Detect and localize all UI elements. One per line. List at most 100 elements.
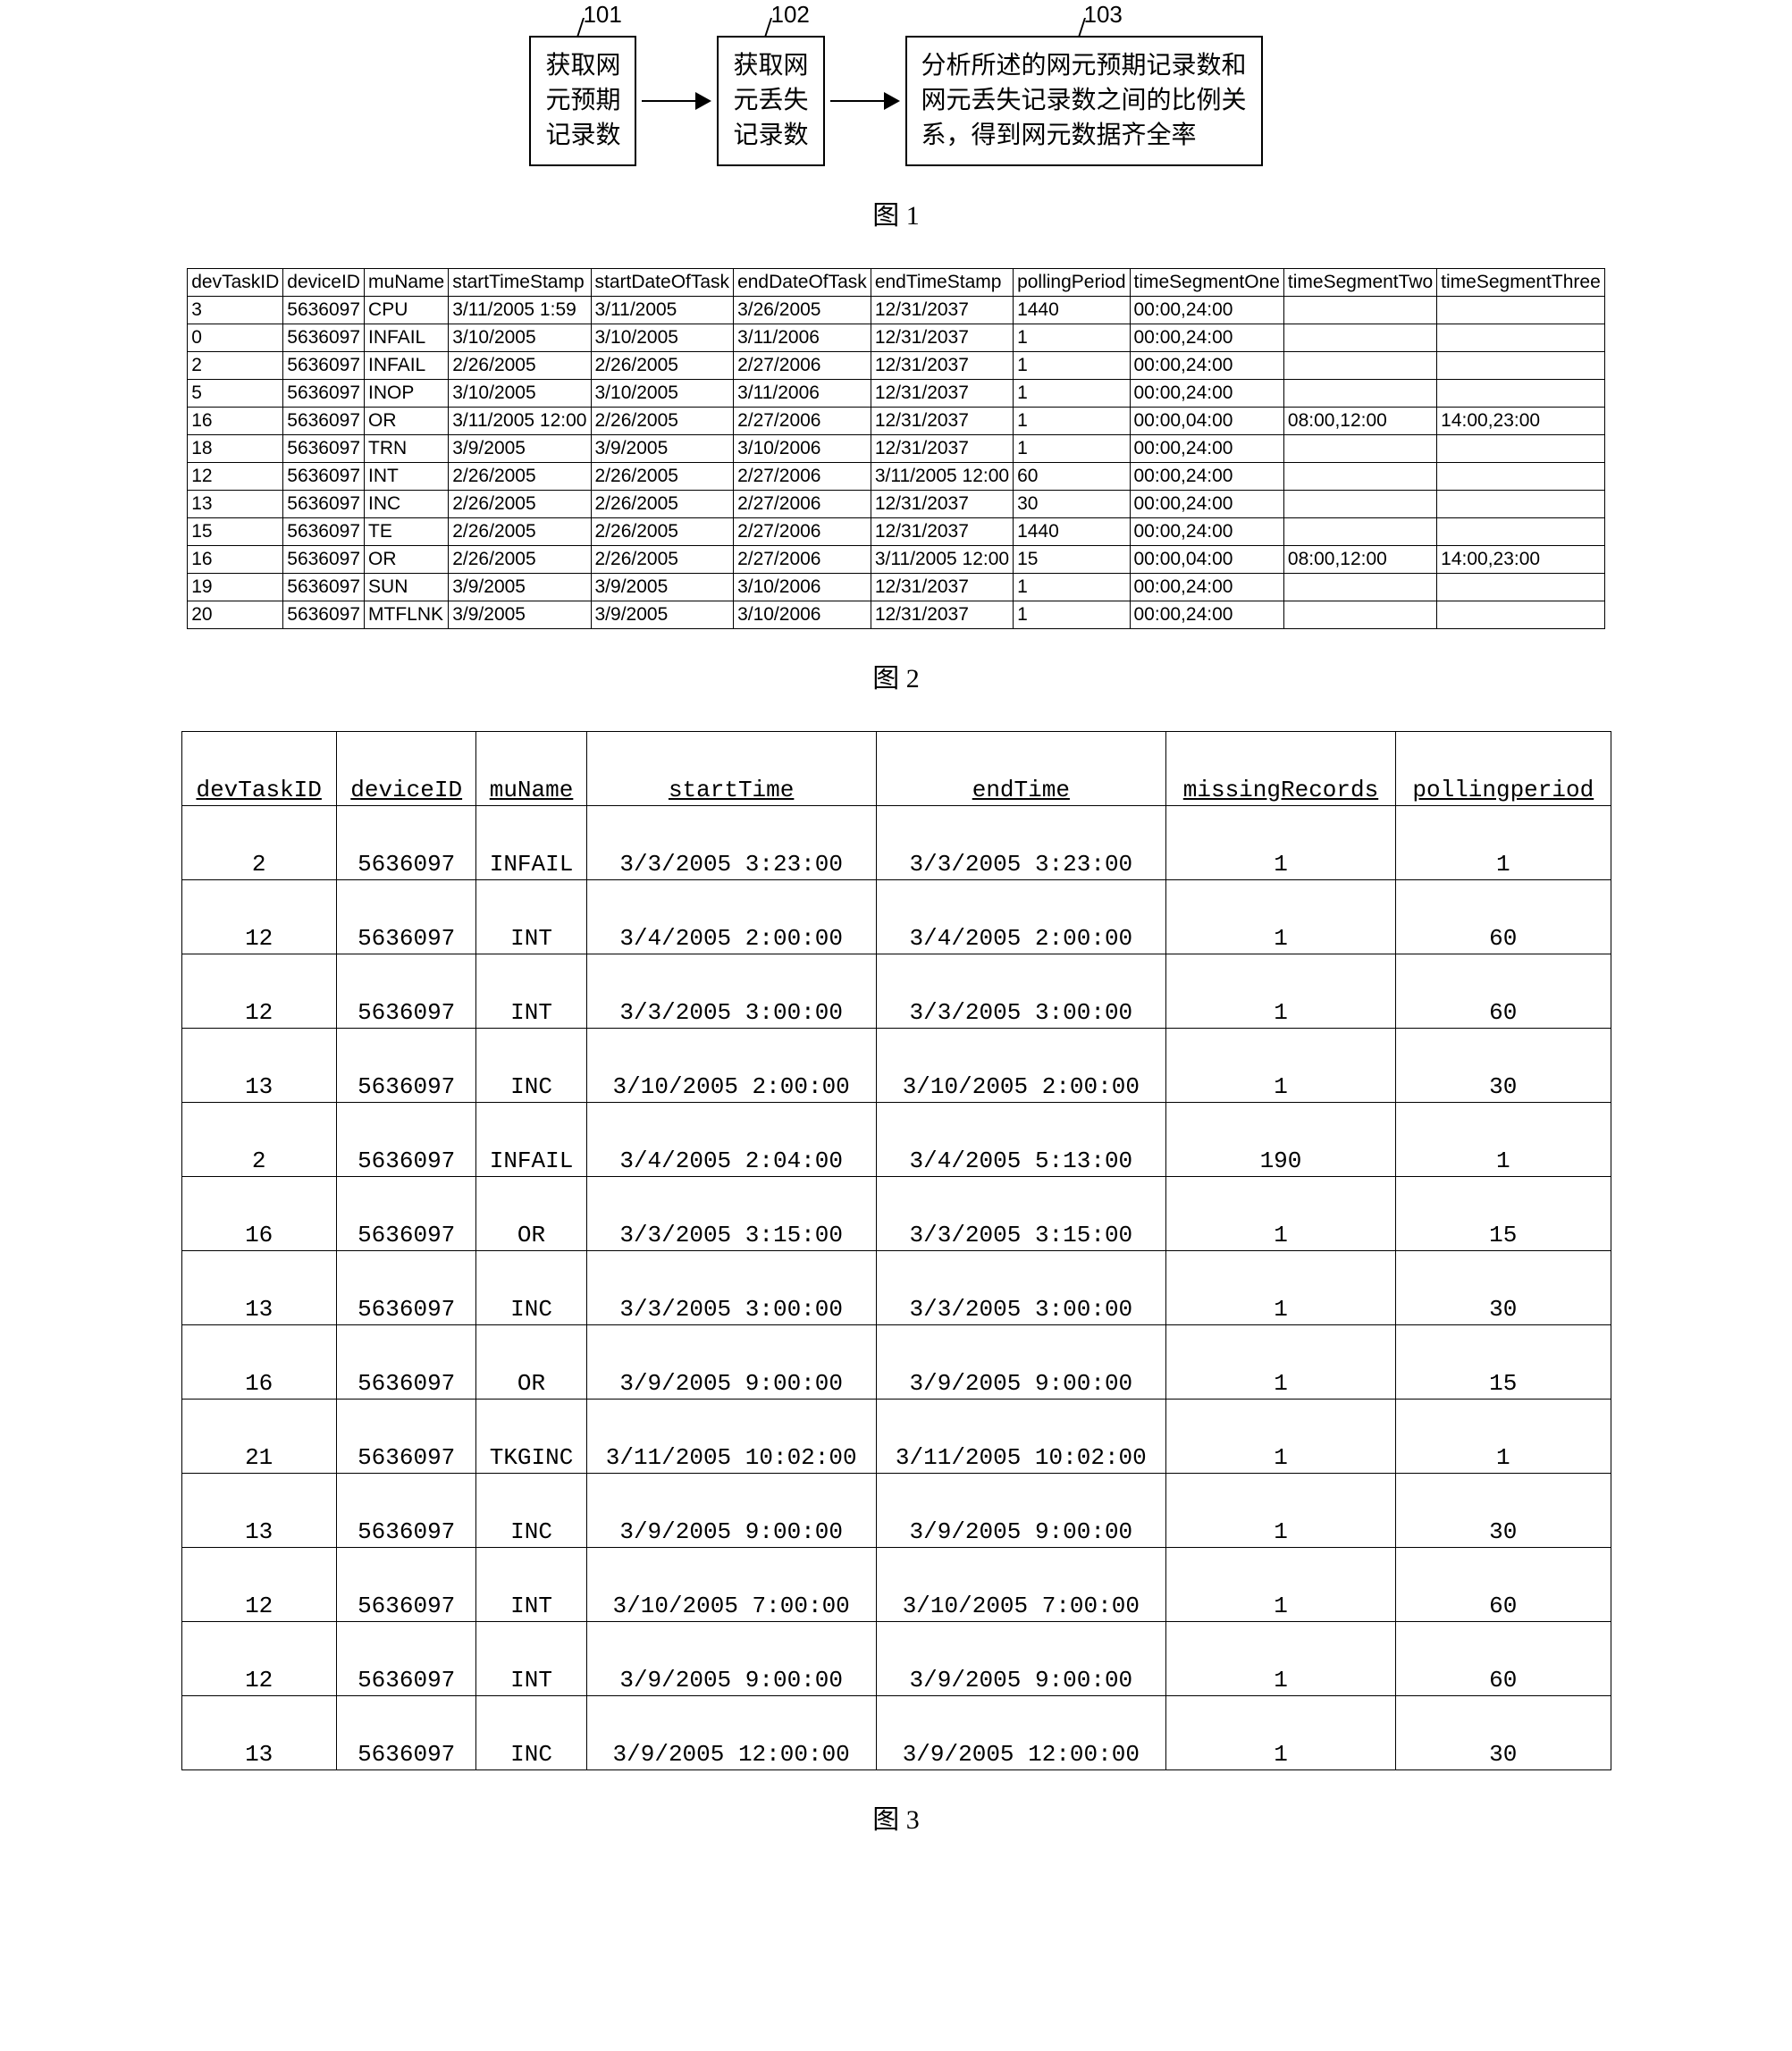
table-cell: 3/26/2005	[734, 296, 871, 324]
table-cell	[1437, 324, 1605, 351]
table-row: 135636097INC3/10/2005 2:00:003/10/2005 2…	[181, 1028, 1611, 1102]
table-cell: 3/9/2005 9:00:00	[876, 1473, 1165, 1547]
table-cell: 1	[1014, 351, 1130, 379]
table-cell: 12/31/2037	[871, 517, 1013, 545]
table-cell: 5636097	[336, 1547, 476, 1621]
table-cell: 5636097	[336, 805, 476, 879]
table-cell: 2/26/2005	[591, 545, 734, 573]
table-cell: 3/11/2005 12:00	[871, 545, 1013, 573]
table-cell: 18	[188, 434, 283, 462]
figure-2-caption: 图 2	[18, 656, 1774, 695]
table-cell: 1	[1014, 573, 1130, 601]
table-cell: INT	[365, 462, 449, 490]
figure-1-flowchart: 101 获取网 元预期 记录数 102 获取网 元丢失 记录数 103 分析所述…	[18, 36, 1774, 166]
table-cell: 3/3/2005 3:15:00	[586, 1176, 876, 1250]
table-cell: 08:00,12:00	[1283, 407, 1436, 434]
table-cell: OR	[365, 545, 449, 573]
table-cell: 2/27/2006	[734, 462, 871, 490]
table-cell: 2	[181, 1102, 336, 1176]
table-cell: 12	[181, 879, 336, 954]
table-cell	[1283, 379, 1436, 407]
table-cell: 2/26/2005	[591, 517, 734, 545]
column-header: devTaskID	[188, 268, 283, 296]
table-cell: 16	[188, 545, 283, 573]
table-cell: 3/9/2005 9:00:00	[586, 1621, 876, 1695]
table-cell: 2/26/2005	[591, 407, 734, 434]
table-cell: 3/11/2006	[734, 379, 871, 407]
table-cell	[1283, 434, 1436, 462]
arrow-icon	[642, 92, 711, 110]
table-cell: 1	[1165, 1547, 1395, 1621]
table-cell: 1	[1165, 1324, 1395, 1399]
table-cell: 13	[181, 1250, 336, 1324]
table-cell: 30	[1396, 1028, 1611, 1102]
table-cell: 3/9/2005 9:00:00	[586, 1473, 876, 1547]
table-cell: 3/10/2005	[449, 379, 591, 407]
table-cell: SUN	[365, 573, 449, 601]
table-cell: 1440	[1014, 296, 1130, 324]
table-cell: 13	[181, 1473, 336, 1547]
table-cell: INOP	[365, 379, 449, 407]
table-cell: 2/26/2005	[449, 462, 591, 490]
table-cell: 5	[188, 379, 283, 407]
table-cell: 1	[1014, 324, 1130, 351]
table-cell: 1	[1396, 1399, 1611, 1473]
table-cell: 12/31/2037	[871, 601, 1013, 628]
table-cell: TE	[365, 517, 449, 545]
table-cell: INT	[476, 879, 586, 954]
table-cell: INC	[476, 1028, 586, 1102]
table-row: 25636097INFAIL2/26/20052/26/20052/27/200…	[188, 351, 1605, 379]
table-cell	[1283, 601, 1436, 628]
table-cell: 5636097	[336, 1621, 476, 1695]
table-cell: OR	[476, 1176, 586, 1250]
table-cell: 3	[188, 296, 283, 324]
table-row: 215636097TKGINC3/11/2005 10:02:003/11/20…	[181, 1399, 1611, 1473]
table-cell: 30	[1396, 1695, 1611, 1769]
table-cell: 20	[188, 601, 283, 628]
table-cell: TKGINC	[476, 1399, 586, 1473]
table-cell	[1283, 351, 1436, 379]
column-header: endTime	[876, 731, 1165, 805]
table-cell: 3/4/2005 2:00:00	[586, 879, 876, 954]
table-cell: 3/3/2005 3:00:00	[876, 1250, 1165, 1324]
table-cell: 00:00,24:00	[1130, 324, 1283, 351]
table-cell: 30	[1396, 1250, 1611, 1324]
flow-box-1-text: 记录数	[545, 118, 620, 153]
table-cell: 12/31/2037	[871, 324, 1013, 351]
table-cell: 5636097	[283, 407, 365, 434]
table-cell: 3/11/2005 1:59	[449, 296, 591, 324]
table-cell: 3/4/2005 5:13:00	[876, 1102, 1165, 1176]
table-row: 35636097CPU3/11/2005 1:593/11/20053/26/2…	[188, 296, 1605, 324]
table-cell: 1	[1165, 1176, 1395, 1250]
table-cell: 5636097	[336, 1324, 476, 1399]
table-cell: 5636097	[283, 573, 365, 601]
table-cell: 00:00,24:00	[1130, 379, 1283, 407]
table-cell: 2/26/2005	[591, 462, 734, 490]
table-cell: 1	[1014, 601, 1130, 628]
table-row: 25636097INFAIL3/4/2005 2:04:003/4/2005 5…	[181, 1102, 1611, 1176]
flow-box-1-text: 获取网	[545, 48, 620, 83]
table-cell: 00:00,24:00	[1130, 573, 1283, 601]
table-cell: 30	[1014, 490, 1130, 517]
table-cell: 3/3/2005 3:23:00	[876, 805, 1165, 879]
table-cell	[1437, 379, 1605, 407]
table-cell: 3/9/2005 9:00:00	[586, 1324, 876, 1399]
table-row: 135636097INC2/26/20052/26/20052/27/20061…	[188, 490, 1605, 517]
table-cell: 5636097	[283, 379, 365, 407]
table-row: 165636097OR3/3/2005 3:15:003/3/2005 3:15…	[181, 1176, 1611, 1250]
table-cell: 0	[188, 324, 283, 351]
table-cell: 3/9/2005	[591, 601, 734, 628]
table-cell: 3/11/2005	[591, 296, 734, 324]
table-cell: 12	[181, 1621, 336, 1695]
table-row: 125636097INT3/4/2005 2:00:003/4/2005 2:0…	[181, 879, 1611, 954]
table-cell: INC	[365, 490, 449, 517]
column-header: muName	[365, 268, 449, 296]
table-cell: 3/10/2006	[734, 601, 871, 628]
table-cell: 1	[1396, 1102, 1611, 1176]
table-cell: 3/9/2005	[449, 434, 591, 462]
table-cell: 5636097	[283, 490, 365, 517]
table-cell: 3/9/2005 12:00:00	[586, 1695, 876, 1769]
table-cell: 3/9/2005	[449, 601, 591, 628]
table-cell: 1440	[1014, 517, 1130, 545]
flow-box-2-text: 记录数	[733, 118, 808, 153]
